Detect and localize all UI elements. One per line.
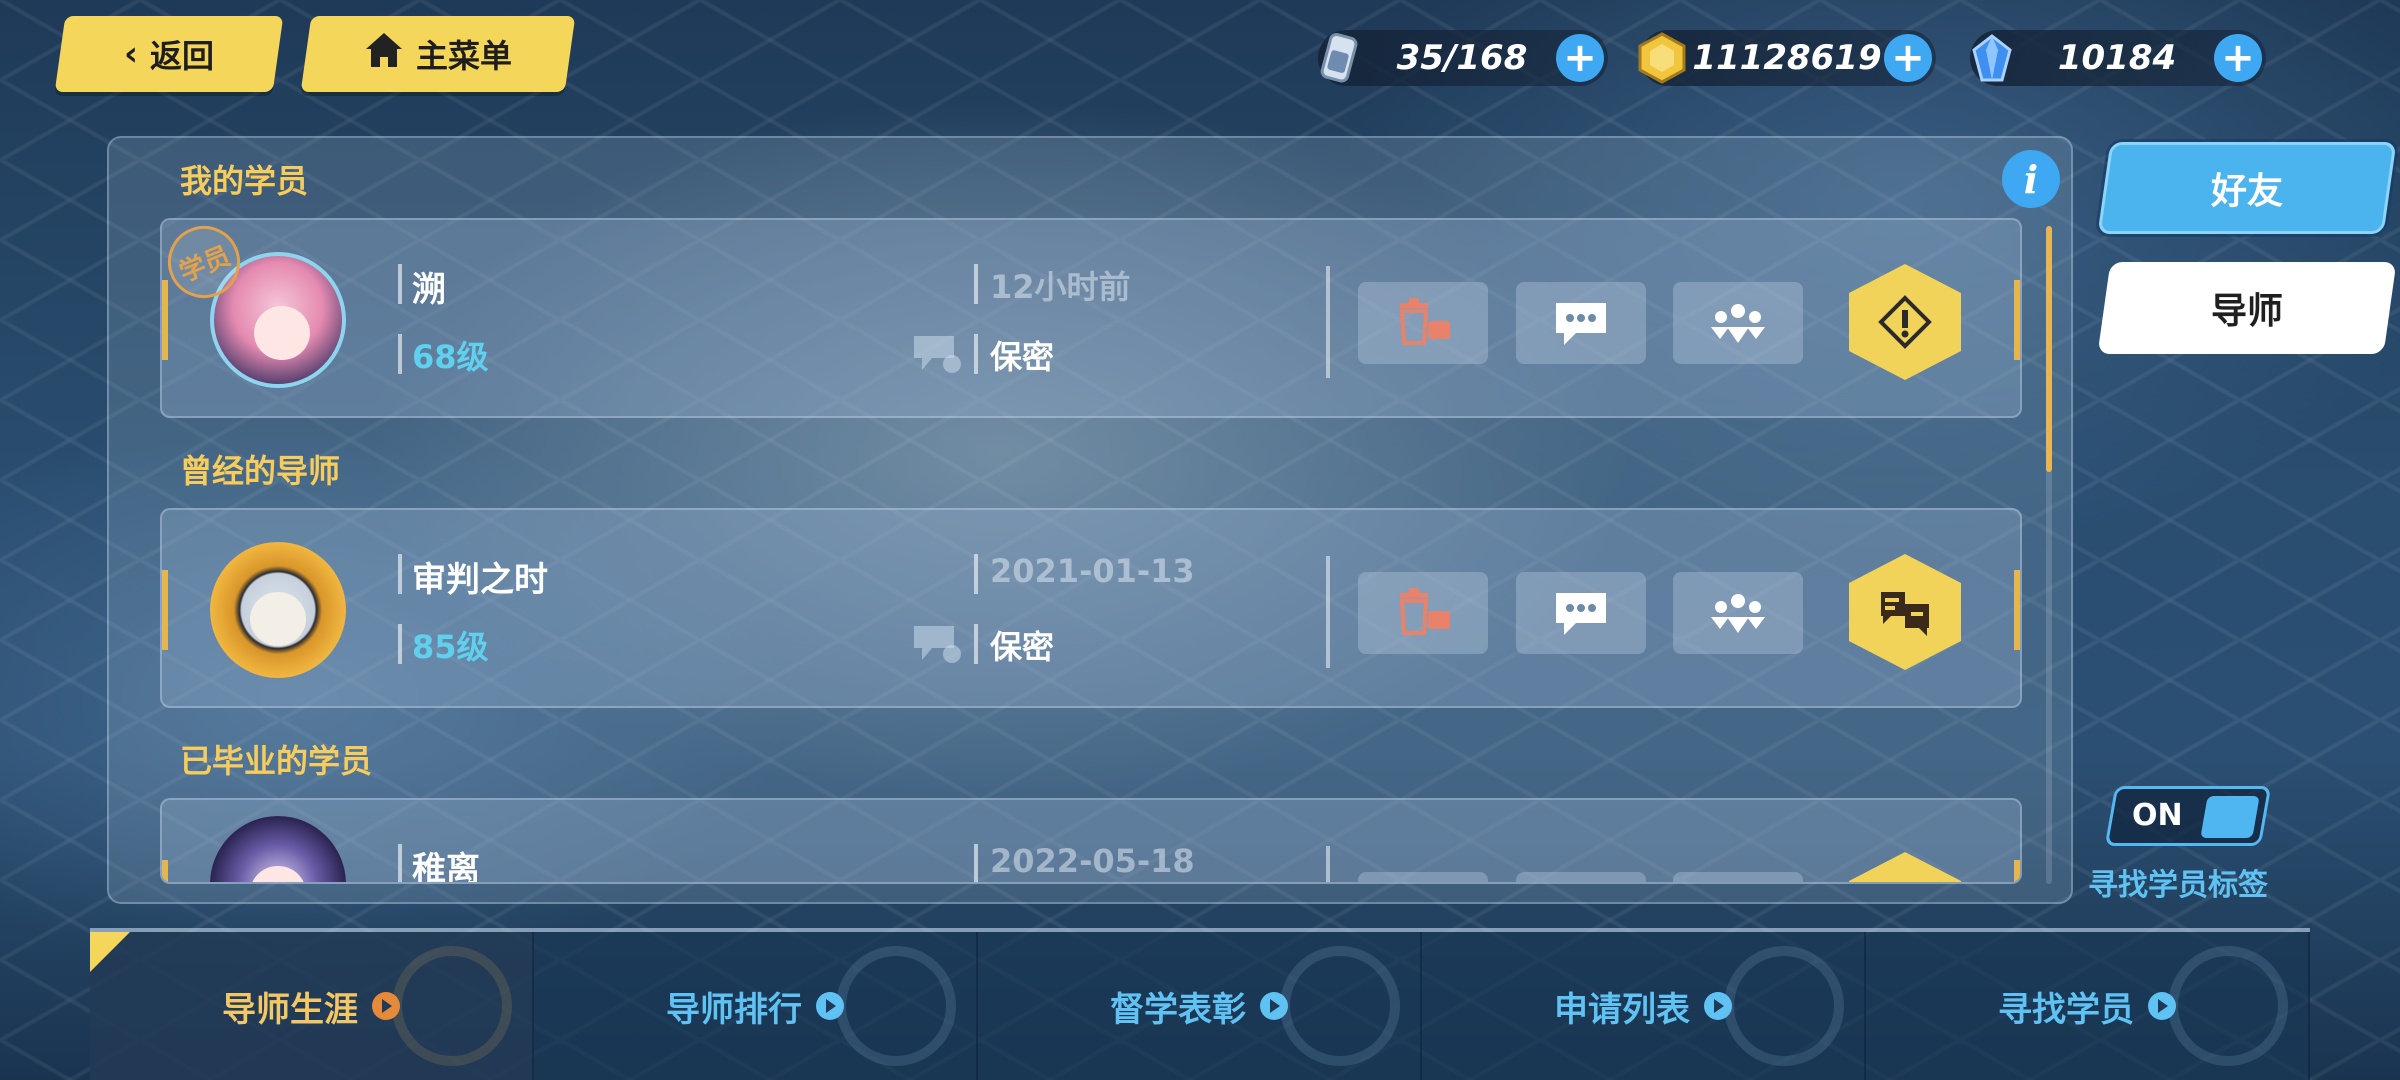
team-icon bbox=[1711, 594, 1765, 633]
player-name: 稚离 bbox=[412, 850, 480, 884]
chat-icon bbox=[1556, 593, 1606, 635]
back-button-label: 返回 bbox=[150, 37, 215, 75]
scrollbar-thumb[interactable] bbox=[2046, 226, 2052, 472]
nav-mentor-ranking[interactable]: 导师排行 bbox=[534, 932, 978, 1080]
crystal-resource: 10184 + bbox=[1970, 30, 2266, 86]
gender-icon bbox=[914, 336, 961, 373]
tab-friends[interactable]: 好友 bbox=[2097, 142, 2397, 234]
delete-button[interactable] bbox=[1358, 572, 1488, 654]
active-tab-marker bbox=[90, 932, 130, 972]
stamina-value: 35/168 bbox=[1396, 38, 1528, 78]
bottom-nav: 导师生涯 导师排行 督学表彰 申请列表 寻找学员 bbox=[90, 932, 2310, 1080]
delete-button[interactable] bbox=[1358, 872, 1488, 882]
last-online: 12小时前 bbox=[990, 268, 1131, 306]
crystal-value: 10184 bbox=[2057, 38, 2177, 78]
play-arrow-icon bbox=[1704, 992, 1732, 1020]
play-arrow-icon bbox=[372, 992, 400, 1020]
team-icon bbox=[1711, 304, 1765, 343]
trash-icon bbox=[1399, 298, 1450, 345]
graduated-student-card[interactable]: 稚离 2022-05-18 bbox=[160, 798, 2022, 884]
delete-button[interactable] bbox=[1358, 282, 1488, 364]
team-button[interactable] bbox=[1673, 282, 1803, 364]
player-name: 溯 bbox=[412, 270, 446, 310]
nav-label: 寻找学员 bbox=[1998, 989, 2134, 1030]
main-menu-label: 主菜单 bbox=[415, 37, 512, 75]
tab-mentor[interactable]: 导师 bbox=[2097, 262, 2397, 354]
crystal-icon bbox=[1972, 34, 2012, 82]
nav-label: 导师排行 bbox=[666, 989, 802, 1030]
main-menu-button[interactable]: 主菜单 bbox=[300, 16, 576, 92]
toggle-knob[interactable] bbox=[2200, 796, 2260, 838]
play-arrow-icon bbox=[1260, 992, 1288, 1020]
chat-button[interactable] bbox=[1516, 282, 1646, 364]
nav-find-students[interactable]: 寻找学员 bbox=[1866, 932, 2310, 1080]
player-level: 85级 bbox=[412, 628, 489, 666]
mentor-card[interactable]: 审判之时 85级 2021-01-13 保密 bbox=[160, 508, 2022, 708]
play-arrow-icon bbox=[2148, 992, 2176, 1020]
section-graduated-students: 已毕业的学员 bbox=[180, 742, 373, 780]
nav-commendation[interactable]: 督学表彰 bbox=[978, 932, 1422, 1080]
nav-mentor-career[interactable]: 导师生涯 bbox=[90, 932, 534, 1080]
avatar[interactable] bbox=[210, 816, 346, 882]
play-arrow-icon bbox=[816, 992, 844, 1020]
chevron-left-icon: ‹ bbox=[123, 34, 138, 74]
message-board-button[interactable] bbox=[1849, 852, 1961, 882]
toggle-label: 寻找学员标签 bbox=[2088, 868, 2268, 903]
tab-mentor-label: 导师 bbox=[2210, 291, 2283, 332]
player-level: 68级 bbox=[412, 338, 489, 376]
nav-label: 申请列表 bbox=[1554, 989, 1690, 1030]
mentor-date: 2021-01-13 bbox=[990, 552, 1195, 590]
info-button[interactable]: i bbox=[2002, 150, 2060, 208]
trash-icon bbox=[1399, 588, 1450, 635]
tab-friends-label: 好友 bbox=[2210, 171, 2283, 212]
team-button[interactable] bbox=[1673, 872, 1803, 882]
stamina-icon bbox=[1320, 32, 1358, 83]
back-button[interactable]: ‹ 返回 bbox=[54, 16, 284, 92]
stamina-resource: 35/168 + bbox=[1318, 30, 1608, 86]
graduation-date: 2022-05-18 bbox=[990, 842, 1195, 880]
alert-icon bbox=[1878, 295, 1932, 349]
chat-icon bbox=[1556, 303, 1606, 345]
nav-label: 导师生涯 bbox=[222, 989, 358, 1030]
report-button[interactable] bbox=[1849, 264, 1961, 380]
avatar[interactable] bbox=[210, 542, 346, 678]
message-board-icon bbox=[1881, 592, 1929, 636]
team-button[interactable] bbox=[1673, 572, 1803, 654]
nav-label: 督学表彰 bbox=[1110, 989, 1246, 1030]
toggle-state: ON bbox=[2132, 798, 2183, 833]
coin-resource: 11128619 + bbox=[1638, 30, 1936, 86]
add-stamina-button[interactable]: + bbox=[1556, 34, 1604, 82]
home-icon bbox=[364, 31, 404, 77]
chat-button[interactable] bbox=[1516, 572, 1646, 654]
section-former-mentors: 曾经的导师 bbox=[180, 452, 341, 490]
gender-privacy: 保密 bbox=[990, 628, 1055, 666]
add-coin-button[interactable]: + bbox=[1884, 34, 1932, 82]
coin-icon bbox=[1638, 32, 1686, 84]
gender-privacy: 保密 bbox=[990, 338, 1055, 376]
section-my-students: 我的学员 bbox=[180, 162, 309, 200]
student-card[interactable]: 学员 溯 68级 12小时前 保密 bbox=[160, 218, 2022, 418]
coin-value: 11128619 bbox=[1692, 38, 1882, 78]
add-crystal-button[interactable]: + bbox=[2214, 34, 2262, 82]
chat-button[interactable] bbox=[1516, 872, 1646, 882]
message-board-button[interactable] bbox=[1849, 554, 1961, 670]
player-name: 审判之时 bbox=[412, 560, 548, 600]
nav-application-list[interactable]: 申请列表 bbox=[1422, 932, 1866, 1080]
gender-icon bbox=[914, 626, 961, 663]
